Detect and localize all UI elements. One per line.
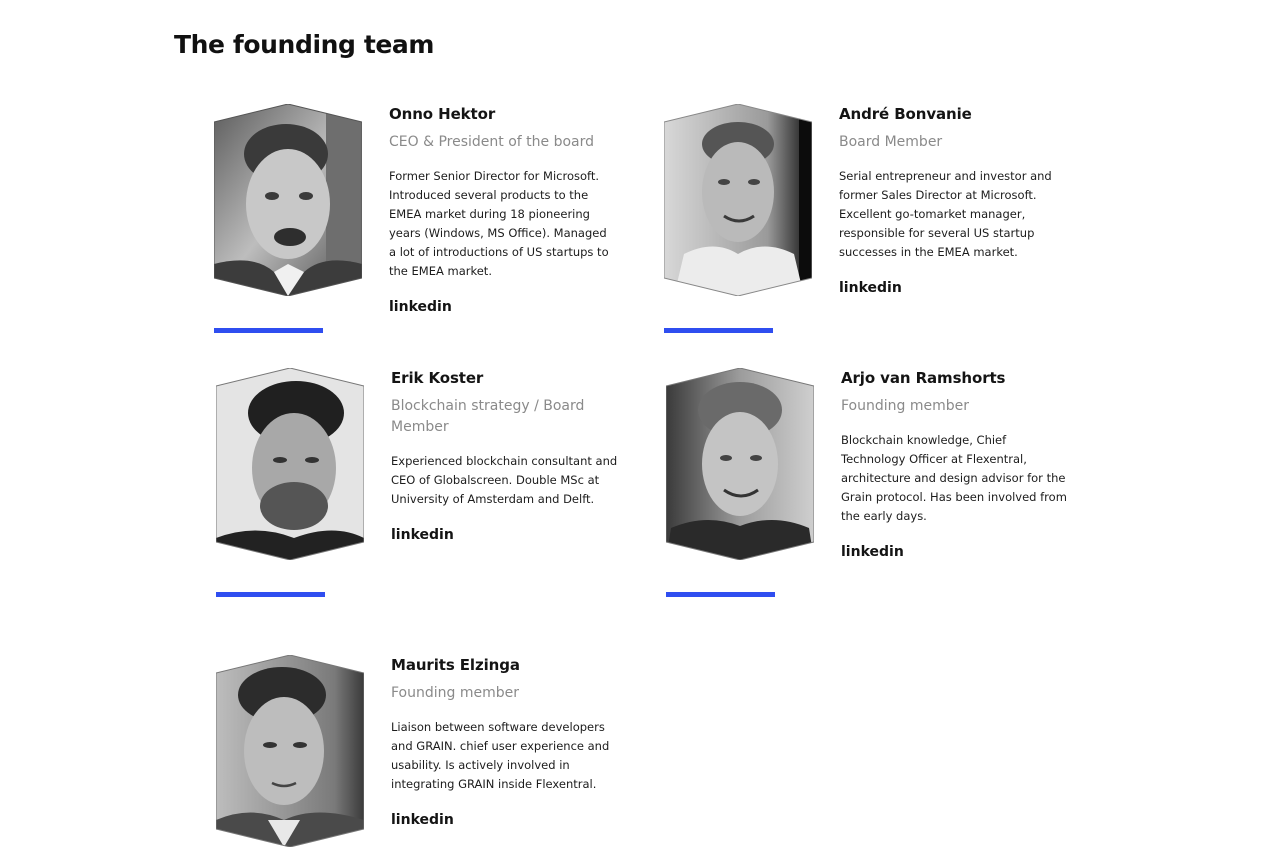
member-name: Maurits Elzinga bbox=[391, 656, 520, 674]
linkedin-link[interactable]: linkedin bbox=[839, 278, 902, 298]
team-member-card: Maurits Elzinga Founding member Liaison … bbox=[216, 655, 636, 855]
member-name: Arjo van Ramshorts bbox=[841, 369, 1006, 387]
team-member-card: Arjo van Ramshorts Founding member Block… bbox=[666, 368, 1086, 600]
member-info: Maurits Elzinga Founding member Liaison … bbox=[391, 655, 619, 830]
member-bio: Former Senior Director for Microsoft. In… bbox=[389, 169, 609, 278]
founding-team-page: The founding team Onno Hektor CEO & Pres… bbox=[0, 0, 1280, 858]
member-info: Arjo van Ramshorts Founding member Block… bbox=[841, 368, 1069, 562]
linkedin-link[interactable]: linkedin bbox=[391, 810, 454, 830]
member-info: Onno Hektor CEO & President of the board… bbox=[389, 104, 617, 317]
member-bio: Serial entrepreneur and investor and for… bbox=[839, 169, 1052, 259]
member-bio: Liaison between software developers and … bbox=[391, 720, 610, 791]
member-name: Onno Hektor bbox=[389, 105, 496, 123]
accent-underline bbox=[664, 328, 773, 333]
accent-underline bbox=[214, 328, 323, 333]
linkedin-link[interactable]: linkedin bbox=[389, 297, 452, 317]
linkedin-link[interactable]: linkedin bbox=[841, 542, 904, 562]
member-photo bbox=[214, 104, 362, 296]
accent-underline bbox=[666, 592, 775, 597]
member-role: Founding member bbox=[841, 398, 969, 414]
member-role: Board Member bbox=[839, 134, 943, 150]
member-photo bbox=[216, 368, 364, 560]
team-member-card: André Bonvanie Board Member Serial entre… bbox=[664, 104, 1084, 336]
team-member-card: Erik Koster Blockchain strategy / Board … bbox=[216, 368, 636, 600]
member-photo bbox=[666, 368, 814, 560]
member-bio: Experienced blockchain consultant and CE… bbox=[391, 454, 618, 506]
member-role: CEO & President of the board bbox=[389, 134, 595, 150]
team-member-card: Onno Hektor CEO & President of the board… bbox=[214, 104, 634, 336]
member-name: Erik Koster bbox=[391, 369, 484, 387]
member-role: Blockchain strategy / Board Member bbox=[391, 398, 585, 435]
member-photo bbox=[664, 104, 812, 296]
linkedin-link[interactable]: linkedin bbox=[391, 525, 454, 545]
member-role: Founding member bbox=[391, 685, 519, 701]
member-name: André Bonvanie bbox=[839, 105, 972, 123]
member-info: André Bonvanie Board Member Serial entre… bbox=[839, 104, 1067, 298]
member-info: Erik Koster Blockchain strategy / Board … bbox=[391, 368, 619, 545]
member-photo bbox=[216, 655, 364, 847]
section-title: The founding team bbox=[174, 30, 435, 59]
member-bio: Blockchain knowledge, Chief Technology O… bbox=[841, 433, 1067, 523]
accent-underline bbox=[216, 592, 325, 597]
